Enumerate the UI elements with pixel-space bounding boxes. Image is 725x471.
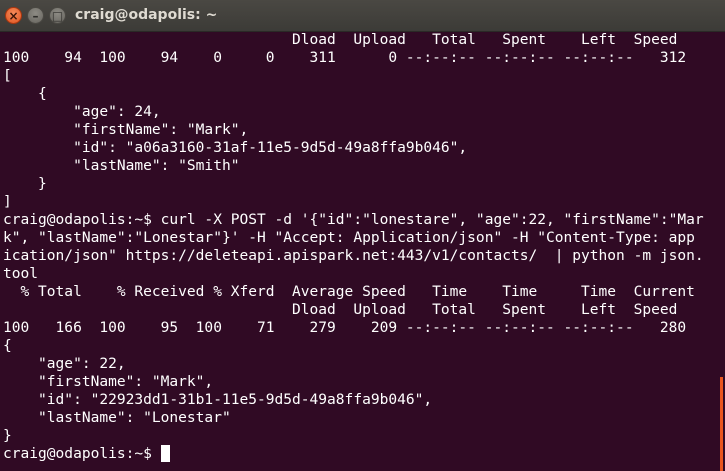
maximize-button[interactable]: □ bbox=[49, 7, 66, 24]
terminal-line: ] bbox=[3, 193, 12, 210]
terminal-line: { bbox=[3, 337, 12, 354]
terminal-line: } bbox=[3, 427, 12, 444]
terminal-line: "id": "22923dd1-31b1-11e5-9d5d-49a8ffa9b… bbox=[3, 391, 433, 408]
title-bar[interactable]: × – □ craig@odapolis: ~ bbox=[0, 0, 725, 32]
close-icon: × bbox=[8, 9, 19, 23]
window-title: craig@odapolis: ~ bbox=[75, 7, 218, 23]
terminal-line: "firstName": "Mark", bbox=[3, 373, 214, 390]
minimize-button[interactable]: – bbox=[27, 7, 44, 24]
terminal-line: Dload Upload Total Spent Left Speed bbox=[3, 301, 678, 318]
text-cursor bbox=[160, 445, 170, 462]
maximize-icon: □ bbox=[51, 9, 64, 23]
prompt-line[interactable]: craig@odapolis:~$ bbox=[3, 445, 725, 463]
terminal-line: "lastName": "Lonestar" bbox=[3, 409, 231, 426]
terminal-window: × – □ craig@odapolis: ~ Dload Upload Tot… bbox=[0, 0, 725, 471]
terminal-line: { bbox=[3, 85, 47, 102]
terminal-line: k", "lastName":"Lonestar"}' -H "Accept: … bbox=[3, 229, 695, 246]
terminal-line: ication/json" https://deleteapi.apispark… bbox=[3, 247, 704, 264]
close-button[interactable]: × bbox=[5, 7, 22, 24]
scrollbar[interactable] bbox=[720, 377, 723, 471]
terminal-line: 100 94 100 94 0 0 311 0 --:--:-- --:--:-… bbox=[3, 49, 687, 66]
terminal-line: "age": 22, bbox=[3, 355, 126, 372]
terminal-line: craig@odapolis:~$ curl -X POST -d '{"id"… bbox=[3, 211, 704, 228]
terminal-output[interactable]: Dload Upload Total Spent Left Speed 100 … bbox=[3, 31, 725, 471]
shell-prompt: craig@odapolis:~$ bbox=[3, 445, 161, 462]
terminal-line: } bbox=[3, 175, 47, 192]
terminal-line: "id": "a06a3160-31af-11e5-9d5d-49a8ffa9b… bbox=[3, 139, 468, 156]
terminal-line: "firstName": "Mark", bbox=[3, 121, 249, 138]
minimize-icon: – bbox=[32, 9, 39, 23]
terminal-line: % Total % Received % Xferd Average Speed… bbox=[3, 283, 695, 300]
terminal-line: [ bbox=[3, 67, 12, 84]
terminal-line: Dload Upload Total Spent Left Speed bbox=[3, 31, 678, 48]
terminal-line: tool bbox=[3, 265, 39, 282]
terminal-line: "age": 24, bbox=[3, 103, 161, 120]
terminal-line: 100 166 100 95 100 71 279 209 --:--:-- -… bbox=[3, 319, 687, 336]
terminal-line: "lastName": "Smith" bbox=[3, 157, 240, 174]
